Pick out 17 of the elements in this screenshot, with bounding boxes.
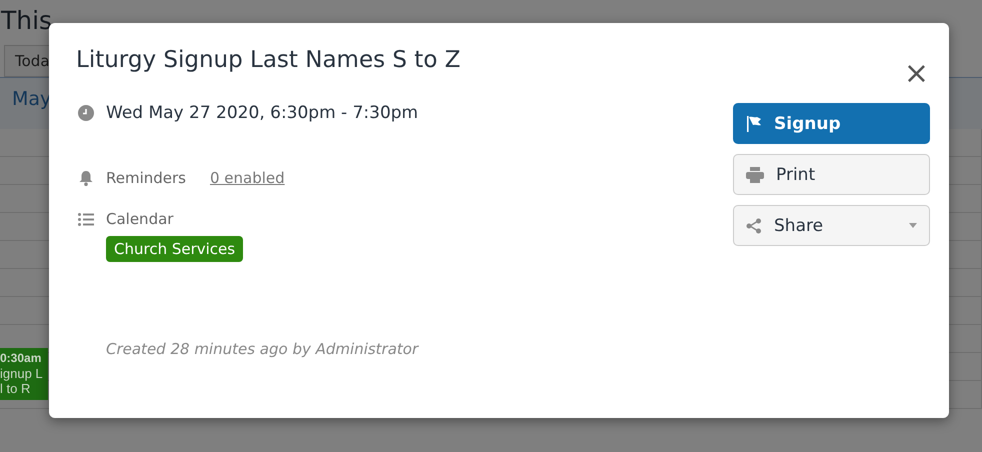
- printer-icon: [746, 166, 764, 182]
- reminders-label: Reminders: [106, 169, 186, 187]
- flag-icon: [746, 114, 762, 132]
- calendar-label: Calendar: [106, 210, 174, 228]
- created-note: Created 28 minutes ago by Administrator: [106, 340, 420, 358]
- calendar-event[interactable]: 0:30am ignup L l to R: [0, 348, 48, 400]
- print-button[interactable]: Print: [733, 154, 930, 195]
- page-title: This: [1, 6, 54, 35]
- share-button[interactable]: Share: [733, 205, 930, 246]
- clock-icon: [76, 105, 96, 121]
- calendar-tag: Church Services: [106, 236, 244, 262]
- share-icon: [746, 218, 762, 234]
- signup-button[interactable]: Signup: [733, 103, 930, 144]
- reminders-link[interactable]: 0 enabled: [210, 169, 285, 187]
- dialog-title: Liturgy Signup Last Names S to Z: [76, 47, 460, 75]
- list-icon: [76, 212, 96, 226]
- event-time: Wed May 27 2020, 6:30pm - 7:30pm: [106, 103, 418, 123]
